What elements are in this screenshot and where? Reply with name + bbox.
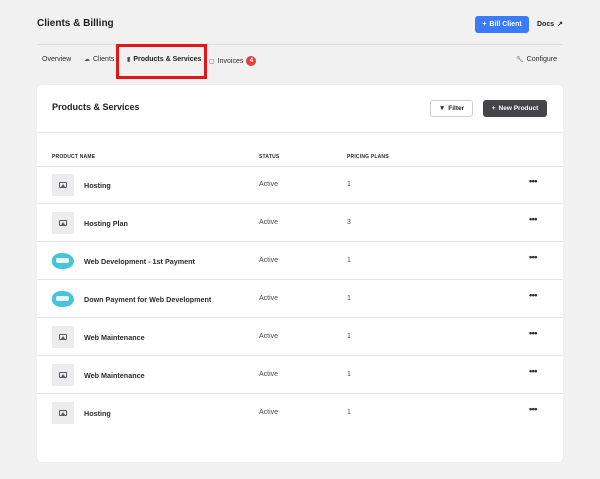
card-title: Products & Services <box>52 102 140 112</box>
brand-logo-icon <box>52 253 74 269</box>
column-header-pricing-plans[interactable]: PRICING PLANS <box>347 154 389 160</box>
docs-link[interactable]: Docs ↗ <box>537 20 563 29</box>
bill-client-label: Bill Client <box>489 21 522 28</box>
product-status: Active <box>259 257 279 264</box>
product-pricing-plans: 1 <box>347 295 351 302</box>
table-row[interactable]: Web Maintenance Active 1 ••• <box>37 356 563 394</box>
top-bar: Clients & Billing + Bill Client Docs ↗ <box>0 0 600 44</box>
table-row[interactable]: Hosting Plan Active 3 ••• <box>37 204 563 242</box>
page-title: Clients & Billing <box>37 18 114 29</box>
product-name[interactable]: Down Payment for Web Development <box>84 295 211 304</box>
product-logo <box>52 250 74 272</box>
product-name[interactable]: Hosting <box>84 409 111 418</box>
product-status: Active <box>259 295 279 302</box>
products-card: Products & Services ▼ Filter + New Produ… <box>37 85 563 462</box>
tab-label: Clients <box>93 56 115 63</box>
table-row[interactable]: Down Payment for Web Development Active 1 •… <box>37 280 563 318</box>
plus-icon: + <box>482 21 487 28</box>
more-actions-icon[interactable]: ••• <box>529 176 537 186</box>
table-row[interactable]: Hosting Active 1 ••• <box>37 394 563 432</box>
highlight-box <box>116 44 207 79</box>
product-name[interactable]: Hosting Plan <box>84 219 128 228</box>
product-status: Active <box>259 219 279 226</box>
more-actions-icon[interactable]: ••• <box>529 366 537 376</box>
product-name[interactable]: Web Maintenance <box>84 333 145 342</box>
more-actions-icon[interactable]: ••• <box>529 404 537 414</box>
image-placeholder-icon <box>59 182 67 188</box>
filter-icon: ▼ <box>438 105 446 112</box>
more-actions-icon[interactable]: ••• <box>529 252 537 262</box>
users-icon: ☁ <box>84 57 90 63</box>
column-header-product-name[interactable]: PRODUCT NAME <box>52 154 95 160</box>
table-row[interactable]: Web Development - 1st Payment Active 1 ••• <box>37 242 563 280</box>
table-row[interactable]: Hosting Active 1 ••• <box>37 166 563 204</box>
image-placeholder-icon <box>59 334 67 340</box>
product-thumbnail <box>52 402 74 424</box>
image-placeholder-icon <box>59 220 67 226</box>
product-thumbnail <box>52 212 74 234</box>
product-thumbnail <box>52 364 74 386</box>
product-pricing-plans: 3 <box>347 219 351 226</box>
products-table: Hosting Active 1 ••• Hosting Plan Active 3 ••• W… <box>37 166 563 432</box>
docs-label: Docs <box>537 20 555 28</box>
more-actions-icon[interactable]: ••• <box>529 328 537 338</box>
product-pricing-plans: 1 <box>347 371 351 378</box>
invoices-count-badge: 4 <box>246 56 257 66</box>
tab-clients[interactable]: ☁ Clients <box>84 56 114 63</box>
more-actions-icon[interactable]: ••• <box>529 214 537 224</box>
product-status: Active <box>259 181 279 188</box>
divider <box>37 132 563 133</box>
image-placeholder-icon <box>59 372 67 378</box>
image-placeholder-icon <box>59 410 67 416</box>
product-thumbnail <box>52 174 74 196</box>
product-pricing-plans: 1 <box>347 333 351 340</box>
filter-button[interactable]: ▼ Filter <box>430 100 473 117</box>
invoice-icon: ▢ <box>209 58 215 65</box>
new-product-label: New Product <box>498 105 539 112</box>
product-logo <box>52 288 74 310</box>
product-pricing-plans: 1 <box>347 181 351 188</box>
product-name[interactable]: Hosting <box>84 181 111 190</box>
filter-label: Filter <box>448 105 465 112</box>
tab-label: Overview <box>42 56 72 63</box>
configure-label: Configure <box>526 56 557 63</box>
product-thumbnail <box>52 326 74 348</box>
brand-logo-icon <box>52 291 74 307</box>
product-status: Active <box>259 409 279 416</box>
table-row[interactable]: Web Maintenance Active 1 ••• <box>37 318 563 356</box>
tab-label: Invoices <box>217 57 244 65</box>
bill-client-button[interactable]: + Bill Client <box>475 16 529 33</box>
plus-icon: + <box>491 105 496 112</box>
product-pricing-plans: 1 <box>347 409 351 416</box>
column-header-status[interactable]: STATUS <box>259 154 279 160</box>
product-name[interactable]: Web Maintenance <box>84 371 145 380</box>
tab-invoices[interactable]: ▢ Invoices 4 <box>209 56 257 66</box>
external-link-icon: ↗ <box>557 21 563 28</box>
product-pricing-plans: 1 <box>347 257 351 264</box>
more-actions-icon[interactable]: ••• <box>529 290 537 300</box>
tab-overview[interactable]: Overview <box>42 56 71 63</box>
wrench-icon: 🔧︎ <box>516 57 524 63</box>
new-product-button[interactable]: + New Product <box>483 100 547 117</box>
product-name[interactable]: Web Development - 1st Payment <box>84 257 195 266</box>
configure-button[interactable]: 🔧︎ Configure <box>516 56 557 63</box>
product-status: Active <box>259 371 279 378</box>
product-status: Active <box>259 333 279 340</box>
